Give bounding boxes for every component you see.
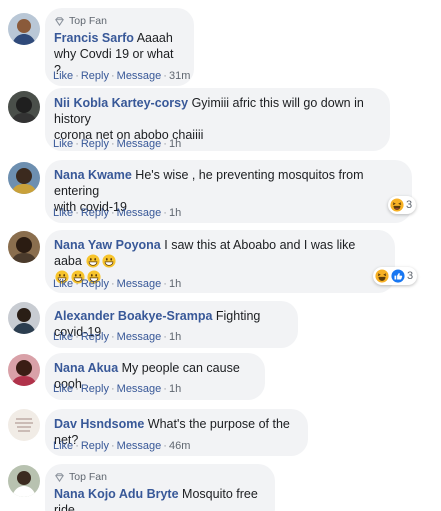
commenter-name[interactable]: Dav Hsndsome — [54, 417, 144, 431]
comment-bubble: Top Fan Nana Kojo Adu Bryte Mosquito fre… — [45, 464, 275, 511]
comment-actions: Like · Reply · Message · 1h — [53, 278, 182, 290]
grinning-face-icon — [102, 254, 116, 268]
reply-link[interactable]: Reply — [81, 70, 109, 82]
reply-link[interactable]: Reply — [81, 207, 109, 219]
comment: Nana Akua My people can cause oooh Like ·… — [0, 352, 441, 406]
comment: Nii Kobla Kartey-corsy Gyimiii afric thi… — [0, 86, 441, 158]
avatar[interactable] — [8, 409, 40, 441]
commenter-name[interactable]: Nana Yaw Poyona — [54, 238, 161, 252]
commenter-name[interactable]: Nana Akua — [54, 361, 118, 375]
like-link[interactable]: Like — [53, 331, 73, 343]
message-link[interactable]: Message — [117, 331, 162, 343]
reply-link[interactable]: Reply — [81, 331, 109, 343]
message-link[interactable]: Message — [117, 70, 162, 82]
reaction-count: 3 — [406, 199, 413, 211]
message-link[interactable]: Message — [117, 383, 162, 395]
avatar[interactable] — [8, 465, 40, 497]
comment-actions: Like · Reply · Message · 1h — [53, 331, 182, 343]
like-link[interactable]: Like — [53, 207, 73, 219]
timestamp[interactable]: 46m — [169, 440, 190, 452]
avatar[interactable] — [8, 354, 40, 386]
like-link[interactable]: Like — [53, 440, 73, 452]
like-icon — [391, 269, 405, 283]
reply-link[interactable]: Reply — [81, 383, 109, 395]
avatar[interactable] — [8, 302, 40, 334]
top-fan-badge: Top Fan — [54, 15, 183, 27]
message-link[interactable]: Message — [117, 207, 162, 219]
badge-label: Top Fan — [69, 15, 107, 27]
comment: Nana Yaw Poyona I saw this at Aboabo and… — [0, 228, 441, 298]
reaction-count: 3 — [407, 270, 414, 282]
timestamp[interactable]: 1h — [169, 138, 181, 150]
comment-actions: Like · Reply · Message · 46m — [53, 440, 191, 452]
comments-feed: Top Fan Francis Sarfo Aaaah why Covdi 19… — [0, 0, 441, 511]
comment: Top Fan Francis Sarfo Aaaah why Covdi 19… — [0, 0, 441, 86]
like-link[interactable]: Like — [53, 278, 73, 290]
avatar[interactable] — [8, 13, 40, 45]
reply-link[interactable]: Reply — [81, 440, 109, 452]
reaction-summary[interactable]: 3 — [373, 267, 418, 285]
commenter-name[interactable]: Nana Kwame — [54, 168, 132, 182]
haha-icon — [375, 269, 389, 283]
comment-actions: Like · Reply · Message · 1h — [53, 207, 182, 219]
timestamp[interactable]: 1h — [169, 278, 181, 290]
message-link[interactable]: Message — [117, 440, 162, 452]
comment-actions: Like · Reply · Message · 31m — [53, 70, 191, 82]
message-link[interactable]: Message — [117, 138, 162, 150]
diamond-icon — [55, 16, 64, 26]
like-link[interactable]: Like — [53, 383, 73, 395]
timestamp[interactable]: 1h — [169, 207, 181, 219]
badge-label: Top Fan — [69, 471, 107, 483]
like-link[interactable]: Like — [53, 70, 73, 82]
comment: Top Fan Nana Kojo Adu Bryte Mosquito fre… — [0, 462, 441, 511]
comment: Nana Kwame He's wise , he preventing mos… — [0, 158, 441, 228]
like-link[interactable]: Like — [53, 138, 73, 150]
comment-actions: Like · Reply · Message · 1h — [53, 138, 182, 150]
timestamp[interactable]: 1h — [169, 331, 181, 343]
comment: Alexander Boakye-Srampa Fighting covid-1… — [0, 298, 441, 352]
comment: Dav Hsndsome What's the purpose of the n… — [0, 406, 441, 462]
reaction-summary[interactable]: 3 — [388, 196, 417, 214]
timestamp[interactable]: 1h — [169, 383, 181, 395]
reply-link[interactable]: Reply — [81, 278, 109, 290]
message-link[interactable]: Message — [117, 278, 162, 290]
haha-icon — [390, 198, 404, 212]
diamond-icon — [55, 472, 64, 482]
commenter-name[interactable]: Alexander Boakye-Srampa — [54, 309, 212, 323]
commenter-name[interactable]: Nana Kojo Adu Bryte — [54, 487, 179, 501]
comment-actions: Like · Reply · Message · 1h — [53, 383, 182, 395]
timestamp[interactable]: 31m — [169, 70, 190, 82]
avatar[interactable] — [8, 162, 40, 194]
grinning-face-icon — [86, 254, 100, 268]
avatar[interactable] — [8, 91, 40, 123]
reply-link[interactable]: Reply — [81, 138, 109, 150]
commenter-name[interactable]: Francis Sarfo — [54, 31, 134, 45]
avatar[interactable] — [8, 231, 40, 263]
commenter-name[interactable]: Nii Kobla Kartey-corsy — [54, 96, 188, 110]
top-fan-badge: Top Fan — [54, 471, 264, 483]
